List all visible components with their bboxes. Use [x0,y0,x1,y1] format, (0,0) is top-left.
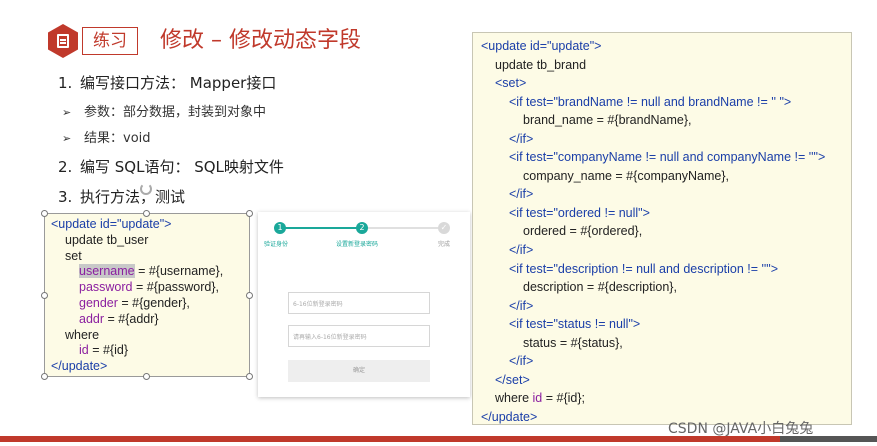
step-2-marker: 2 [356,222,368,234]
code-line: update tb_brand [495,57,587,72]
new-password-input: 6-16位新登录密码 [288,292,430,314]
code-line: <if test="brandName != null and brandNam… [509,94,792,109]
exercise-tag: 练习 [82,27,138,55]
resize-handle-bottom-left[interactable] [41,373,48,380]
selected-text: username [79,264,135,279]
outline-item-2: 2. 编写 SQL语句： SQL映射文件 [58,158,284,176]
resize-handle-bottom-right[interactable] [246,373,253,380]
code-line: <update id="update"> [51,217,172,231]
resize-handle-top-left[interactable] [41,210,48,217]
resize-handle-right[interactable] [246,292,253,299]
password-reset-form-image: 1 2 ✓ 验证身份 设置新登录密码 完成 6-16位新登录密码 请再输入6-1… [258,212,470,397]
arrow-bullet-icon: ➢ [62,106,72,119]
code-line: addr = #{addr} [79,311,159,326]
code-line: description = #{description}, [523,280,677,295]
code-line: </if> [509,354,534,369]
code-line: where [65,327,100,342]
code-line: brand_name = #{brandName}, [523,113,692,128]
code-line: <if test="companyName != null and compan… [509,150,826,165]
check-icon: ✓ [438,222,450,234]
code-line: where id = #{id}; [495,391,586,406]
code-line: update tb_user [65,232,149,247]
code-line: set [65,248,82,263]
code-line: password = #{password}, [79,280,220,295]
document-icon [48,24,78,58]
slide-header: 练习 修改 – 修改动态字段 [48,24,361,58]
step-1-label: 验证身份 [264,241,289,248]
code-line: </if> [509,298,534,313]
code-line: <update id="update"> [481,39,602,53]
csdn-watermark: CSDN @JAVA小白兔兔 [668,421,814,437]
resize-handle-bottom[interactable] [143,373,150,380]
outline-item-3: 3. 执行方法，测试 [58,188,186,206]
slide-title: 修改 – 修改动态字段 [160,28,361,53]
code-line: gender = #{gender}, [79,295,190,310]
outline-bullet-result: ➢ 结果：void [62,131,151,146]
code-line: <if test="description != null and descri… [509,261,779,276]
code-box-update-brand: <update id="update"> update tb_brand <se… [472,32,852,425]
rotate-cursor-icon [140,183,152,195]
code-box-update-user[interactable]: <update id="update"> update tb_user set … [44,213,250,377]
step-progress-line [280,227,364,229]
resize-handle-top-right[interactable] [246,210,253,217]
code-line: id = #{id} [79,343,129,358]
code-line: username = #{username}, [79,264,224,279]
step-progress-line-pending [364,227,442,229]
code-line: </if> [509,131,534,146]
step-3-label: 完成 [438,241,451,248]
code-line: <if test="ordered != null"> [509,205,650,220]
code-line: company_name = #{companyName}, [523,168,730,183]
code-line: status = #{status}, [523,335,623,350]
code-line: </if> [509,187,534,202]
code-line: </set> [495,372,530,387]
resize-handle-left[interactable] [41,292,48,299]
code-line: </if> [509,243,534,258]
confirm-button: 确定 [288,360,430,382]
confirm-password-input: 请再输入6-16位新登录密码 [288,325,430,347]
code-line: <set> [495,76,527,91]
outline-item-1: 1. 编写接口方法： Mapper接口 [58,74,277,92]
code-line: ordered = #{ordered}, [523,224,643,239]
arrow-bullet-icon: ➢ [62,132,72,145]
step-1-marker: 1 [274,222,286,234]
step-2-label: 设置新登录密码 [336,241,379,248]
code-line: <if test="status != null"> [509,317,641,332]
outline-bullet-params: ➢ 参数：部分数据，封装到对象中 [62,105,267,120]
resize-handle-top[interactable] [143,210,150,217]
footer-bar-red [0,436,780,442]
